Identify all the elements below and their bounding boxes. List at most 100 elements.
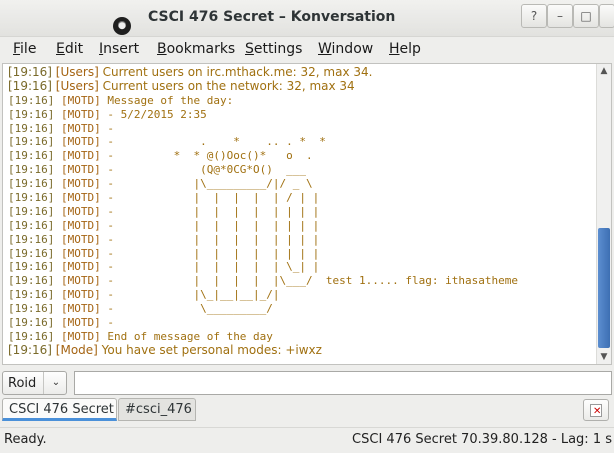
- chat-line: [19:16] [MOTD] - | | | | | \_| |: [8, 260, 593, 274]
- menu-file[interactable]: File: [13, 41, 36, 57]
- message-text: - | | | | |\___/ test 1..... flag: ithas…: [107, 274, 518, 288]
- menu-label-rest: indow: [331, 41, 374, 57]
- chat-line: [19:16] [MOTD] - * * @()Ooc()* o .: [8, 149, 593, 163]
- message-text: - | | | | | | | |: [107, 204, 320, 218]
- message-text: You have set personal modes: +iwxz: [101, 343, 322, 357]
- chat-line: [19:16] [MOTD] -: [8, 316, 593, 330]
- message-tag: [MOTD]: [60, 107, 101, 121]
- message-tag: [MOTD]: [60, 218, 101, 232]
- menu-settings[interactable]: Settings: [245, 41, 302, 57]
- timestamp: [19:16]: [8, 246, 55, 260]
- timestamp: [19:16]: [8, 204, 55, 218]
- chat-line: [19:16] [MOTD] Message of the day:: [8, 94, 593, 108]
- message-text: End of message of the day: [107, 329, 273, 343]
- menu-label-rest: elp: [399, 41, 421, 57]
- timestamp: [19:16]: [8, 191, 55, 205]
- chat-line: [19:16] [MOTD] - | | | | |\___/ test 1..…: [8, 274, 593, 288]
- message-tag: [MOTD]: [60, 121, 101, 135]
- maximize-button[interactable]: □: [573, 4, 599, 28]
- timestamp: [19:16]: [8, 107, 55, 121]
- message-tag: [MOTD]: [60, 204, 101, 218]
- message-tag: [MOTD]: [60, 288, 101, 302]
- menu-mnemonic: W: [318, 41, 332, 57]
- help-button[interactable]: ?: [521, 4, 547, 28]
- close-window-button[interactable]: [599, 4, 614, 28]
- scroll-up-icon[interactable]: ▲: [597, 64, 611, 78]
- message-input[interactable]: [74, 371, 612, 395]
- message-tag: [Mode]: [55, 343, 98, 357]
- message-tag: [MOTD]: [60, 163, 101, 177]
- tab-bar: CSCI 476 Secret #csci_476 ✕: [0, 398, 614, 424]
- menu-window[interactable]: Window: [318, 41, 373, 57]
- message-text: -: [107, 121, 114, 135]
- chat-scrollbar[interactable]: ▲ ▼: [596, 64, 611, 364]
- menu-insert[interactable]: Insert: [99, 41, 139, 57]
- message-text: Message of the day:: [107, 93, 234, 107]
- message-text: - \_________/: [107, 302, 273, 316]
- message-tag: [MOTD]: [60, 149, 101, 163]
- menu-mnemonic: E: [56, 41, 65, 57]
- chevron-down-icon[interactable]: ⌄: [43, 372, 68, 394]
- chat-line: [19:16] [Users] Current users on irc.mth…: [8, 66, 593, 80]
- menu-label-rest: ile: [20, 41, 37, 57]
- message-text: - | | | | | \_| |: [107, 260, 320, 274]
- timestamp: [19:16]: [8, 232, 55, 246]
- message-text: - | | | | | | | |: [107, 232, 320, 246]
- chat-line: [19:16] [MOTD] - \_________/: [8, 302, 593, 316]
- menu-edit[interactable]: Edit: [56, 41, 83, 57]
- timestamp: [19:16]: [8, 329, 55, 343]
- menu-help[interactable]: Help: [389, 41, 421, 57]
- message-text: - (Q@*0CG*O() ___: [107, 163, 307, 177]
- timestamp: [19:16]: [8, 79, 52, 93]
- tab-csci-476-secret[interactable]: CSCI 476 Secret: [2, 398, 117, 421]
- menu-bookmarks[interactable]: Bookmarks: [157, 41, 235, 57]
- menu-label-rest: ettings: [253, 41, 303, 57]
- scroll-down-icon[interactable]: ▼: [597, 350, 611, 364]
- chat-line: [19:16] [MOTD] - (Q@*0CG*O() ___: [8, 163, 593, 177]
- chat-line: [19:16] [MOTD] - | | | | | | | |: [8, 233, 593, 247]
- chat-line: [19:16] [MOTD] - | | | | | / | |: [8, 191, 593, 205]
- minimize-button[interactable]: –: [547, 4, 573, 28]
- close-icon: ✕: [593, 406, 602, 417]
- message-text: - | | | | | | | |: [107, 218, 320, 232]
- message-text: - . * .. . * *: [107, 135, 326, 149]
- message-text: - |\_________/|/ _ \: [107, 177, 313, 191]
- message-text: - | | | | | / | |: [107, 191, 320, 205]
- chat-line: [19:16] [MOTD] -: [8, 122, 593, 136]
- chat-line: [19:16] [MOTD] - . * .. . * *: [8, 135, 593, 149]
- message-tag: [MOTD]: [60, 274, 101, 288]
- close-tab-button[interactable]: ✕: [583, 399, 609, 421]
- nickname-selector[interactable]: Roid ⌄: [2, 371, 67, 395]
- timestamp: [19:16]: [8, 66, 52, 79]
- timestamp: [19:16]: [8, 288, 55, 302]
- connection-info: CSCI 476 Secret 70.39.80.128 - Lag: 1 s: [352, 432, 612, 447]
- message-tag: [MOTD]: [60, 93, 101, 107]
- menu-mnemonic: S: [245, 41, 254, 57]
- message-tag: [MOTD]: [60, 135, 101, 149]
- tab-csci-476[interactable]: #csci_476: [118, 398, 196, 421]
- menu-mnemonic: H: [389, 41, 400, 57]
- konversation-app-icon[interactable]: ●: [113, 17, 131, 35]
- message-tag: [MOTD]: [60, 232, 101, 246]
- message-tag: [MOTD]: [60, 177, 101, 191]
- message-tag: [MOTD]: [60, 246, 101, 260]
- status-bar: Ready. CSCI 476 Secret 70.39.80.128 - La…: [0, 427, 614, 453]
- message-text: - * * @()Ooc()* o .: [107, 149, 313, 163]
- timestamp: [19:16]: [8, 218, 55, 232]
- chat-lines: [19:16] [Users] Current users on irc.mth…: [8, 66, 593, 358]
- chat-view[interactable]: [19:16] [Users] Current users on irc.mth…: [2, 63, 612, 365]
- timestamp: [19:16]: [8, 93, 55, 107]
- title-bar: ● CSCI 476 Secret – Konversation ? – □: [0, 0, 614, 37]
- scrollbar-thumb[interactable]: [598, 228, 610, 348]
- message-text: - |\_|__|__|_/|: [107, 288, 280, 302]
- menu-mnemonic: B: [157, 41, 167, 57]
- message-text: - | | | | | | | |: [107, 246, 320, 260]
- chat-line: [19:16] [Mode] You have set personal mod…: [8, 344, 593, 358]
- chat-line: [19:16] [MOTD] - | | | | | | | |: [8, 205, 593, 219]
- message-tag: [MOTD]: [60, 260, 101, 274]
- message-text: -: [107, 316, 114, 330]
- timestamp: [19:16]: [8, 121, 55, 135]
- message-tag: [Users]: [55, 66, 99, 79]
- message-tag: [MOTD]: [60, 302, 101, 316]
- message-tag: [MOTD]: [60, 191, 101, 205]
